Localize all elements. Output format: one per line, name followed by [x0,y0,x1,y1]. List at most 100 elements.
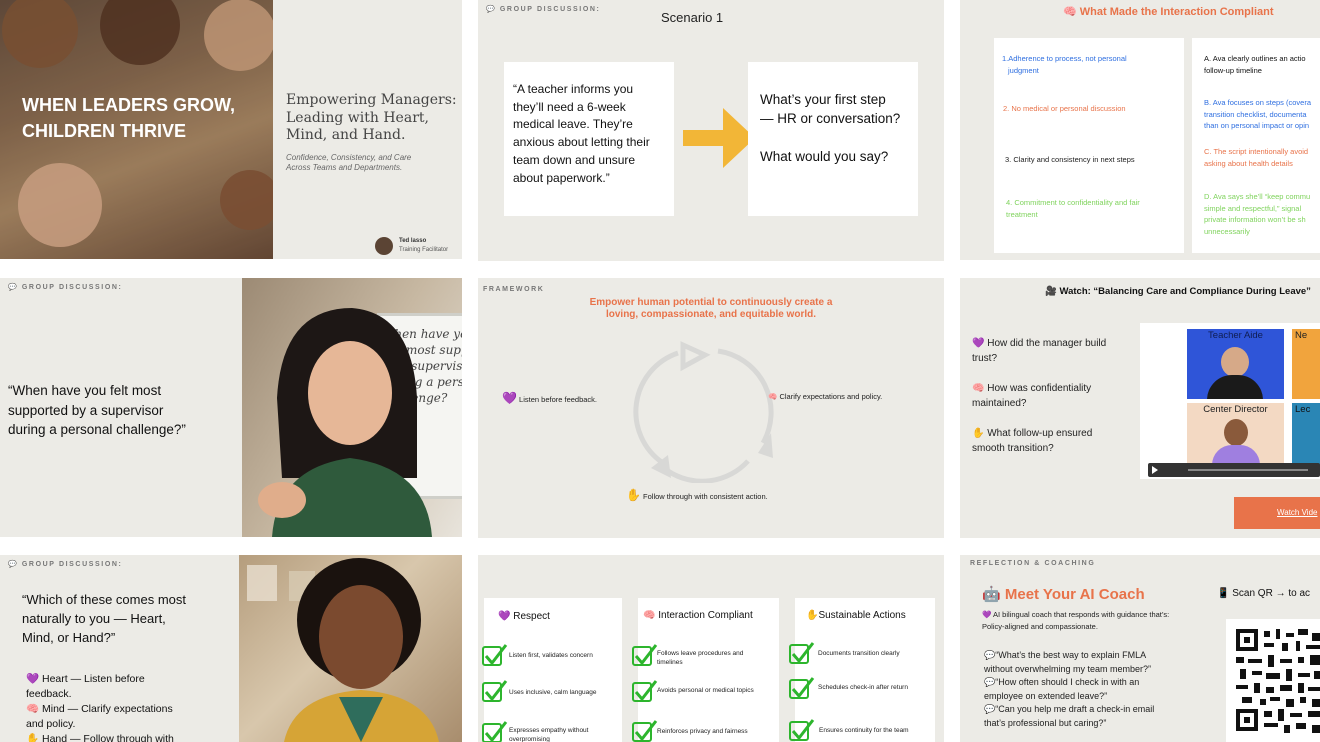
woman-figure [247,558,439,742]
smiling-woman-photo [239,555,462,742]
framework-item-hand: ✋ Follow through with consistent action. [626,488,768,502]
slide-group-discussion-support[interactable]: 💬 GROUP DISCUSSION: “When have you felt … [0,278,462,537]
list-item-line: feedback. [26,688,72,700]
example-line: A. Ava clearly outlines an actio [1204,54,1306,63]
principle-line: 1.Adherence to process, not personal [1002,54,1127,63]
quote-line: they’ll need a 6-week [513,99,626,114]
principle-3: 3. Clarity and consistency in next steps [1005,155,1135,164]
desc-line: AI bilingual coach that responds with gu… [993,610,1170,619]
example-line: D. Ava says she’ll “keep commu [1204,192,1311,201]
purple-heart-icon: 💜 [498,611,511,622]
slide-framework[interactable]: FRAMEWORK Empower human potential to con… [478,278,944,538]
column-title: ✋Sustainable Actions [806,610,906,621]
video-questions: 💜 How did the manager build trust? 🧠 How… [972,336,1106,456]
raised-hand-icon: ✋ [972,428,985,439]
checklist-item: Expresses empathy without overpromising [509,726,588,742]
quote-line: naturally to you — Heart, [22,611,166,626]
column-title-text: Sustainable Actions [818,610,906,621]
video-slide-title: 🎥 Watch: “Balancing Care and Compliance … [1045,286,1311,297]
ai-coach-title: 🤖 Meet Your AI Coach [982,585,1145,603]
framework-tag: FRAMEWORK [483,286,545,293]
quote-line: “Which of these comes most [22,592,186,607]
principle-line: treatment [1006,209,1038,219]
slide-title[interactable]: WHEN LEADERS GROW, CHILDREN THRIVE Empow… [0,0,462,259]
example-line: follow-up timeline [1204,65,1262,75]
question-card: What’s your first step — HR or conversat… [748,62,918,216]
video-tile-ne: Ne [1292,329,1320,399]
check-icon [632,680,658,702]
heading-line-2: Leading with Heart, [286,109,429,126]
example-line: asking about health details [1204,158,1293,168]
example-line: transition checklist, documenta [1204,109,1307,119]
principles-card: 1.Adherence to process, not personal jud… [994,38,1184,253]
discussion-quote: “When have you felt most supported by a … [8,381,186,440]
qr-label: 📱 Scan QR → to ac [1217,588,1310,599]
framework-item-mind: 🧠 Clarify expectations and policy. [768,392,882,401]
quote-line: anxious about letting their [513,135,650,150]
scenario-title: Scenario 1 [661,10,724,25]
checklist-item-line: overpromising [509,736,550,742]
qr-code-card[interactable] [1226,619,1320,742]
framework-item-text: Follow through with consistent action. [643,492,768,501]
prompt-line: without overwhelming my team member?” [984,664,1152,674]
video-player[interactable]: Teacher Aide Ne Center Director Lec [1140,323,1320,479]
slide-compliance[interactable]: 🧠 What Made the Interaction Compliant 1.… [960,0,1320,260]
speech-bubble-icon: 💬 [8,560,19,568]
checklist-item: Ensures continuity for the team [819,727,909,734]
video-progress-track[interactable] [1188,469,1308,471]
raised-hand-icon: ✋ [806,610,819,621]
example-line: private information won’t be sh [1204,215,1306,224]
slide-group-discussion-heart-mind-hand[interactable]: 💬 GROUP DISCUSSION: “Which of these come… [0,555,462,742]
cycle-arrows-icon [633,341,774,483]
subtitle-line-1: Confidence, Consistency, and Care [286,153,412,162]
tile-label: Center Director [1203,404,1268,415]
quote-line: Mind, or Hand?” [22,630,116,645]
tag-text: GROUP DISCUSSION: [21,561,123,568]
video-controls[interactable] [1148,463,1320,477]
ai-coach-prompts: 💬“What’s the best way to explain FMLA wi… [984,649,1154,730]
quote-line: about paperwork.” [513,170,610,185]
quote-line: supported by a supervisor [8,402,164,418]
slide-scenario-1[interactable]: 💬 GROUP DISCUSSION: Scenario 1 “A teache… [478,0,944,261]
example-c: C. The script intentionally avoid asking… [1204,146,1308,169]
arrow-right-icon [683,108,755,168]
slide-watch-video[interactable]: 🎥 Watch: “Balancing Care and Compliance … [960,278,1320,538]
example-line: C. The script intentionally avoid [1204,147,1309,156]
desc-line: Policy-aligned and compassionate. [982,621,1098,631]
example-d: D. Ava says she’ll “keep commu simple an… [1204,191,1310,237]
tag-text: GROUP DISCUSSION: [499,6,601,13]
watch-video-button[interactable]: Watch Vide [1234,497,1320,529]
check-icon [482,644,508,666]
column-title: 💜 Respect [498,611,550,622]
list-item-line: and policy. [26,718,76,730]
list-item-line: Mind — Clarify expectations [42,703,173,715]
framework-item-text: Listen before feedback. [519,395,598,404]
list-item-line: Hand — Follow through with [42,733,174,742]
subtitle-line-2: Across Teams and Departments. [286,163,403,172]
video-tile-teacher-aide: Teacher Aide [1187,329,1284,399]
example-a: A. Ava clearly outlines an actio follow-… [1204,53,1306,76]
principle-line: judgment [1008,65,1039,75]
video-question-2: 🧠 How was confidentiality maintained? [972,381,1106,411]
question-line: What’s your first step [760,92,886,107]
check-icon [632,720,658,742]
question-line: How was confidentiality [987,383,1092,394]
column-title-text: Interaction Compliant [658,610,753,621]
quote-line: team down and unsure [513,152,636,167]
prompt-line: employee on extended leave?” [984,691,1108,701]
play-icon[interactable] [1152,466,1158,474]
check-icon [482,721,508,742]
qr-code-icon [1236,629,1320,733]
checklist-item: Avoids personal or medical topics [657,687,754,694]
heading-line-1: Empowering Managers: [286,92,457,108]
check-icon [789,719,815,741]
speech-bubble-icon: 💬 [8,283,19,291]
brain-icon: 🧠 [1063,5,1077,18]
framework-item-heart: 💜 Listen before feedback. [502,391,597,405]
hmh-list: 💜 Heart — Listen before feedback. 🧠 Mind… [26,672,174,742]
checklist-item: Schedules check-in after return [818,684,908,691]
column-title-text: Respect [513,611,550,622]
slide-ai-coach[interactable]: REFLECTION & COACHING 🤖 Meet Your AI Coa… [960,555,1320,742]
checklist-item-line: Expresses empathy without [509,727,589,734]
slide-checklists[interactable]: 💜 Respect 🧠 Interaction Compliant ✋Susta… [478,555,944,742]
